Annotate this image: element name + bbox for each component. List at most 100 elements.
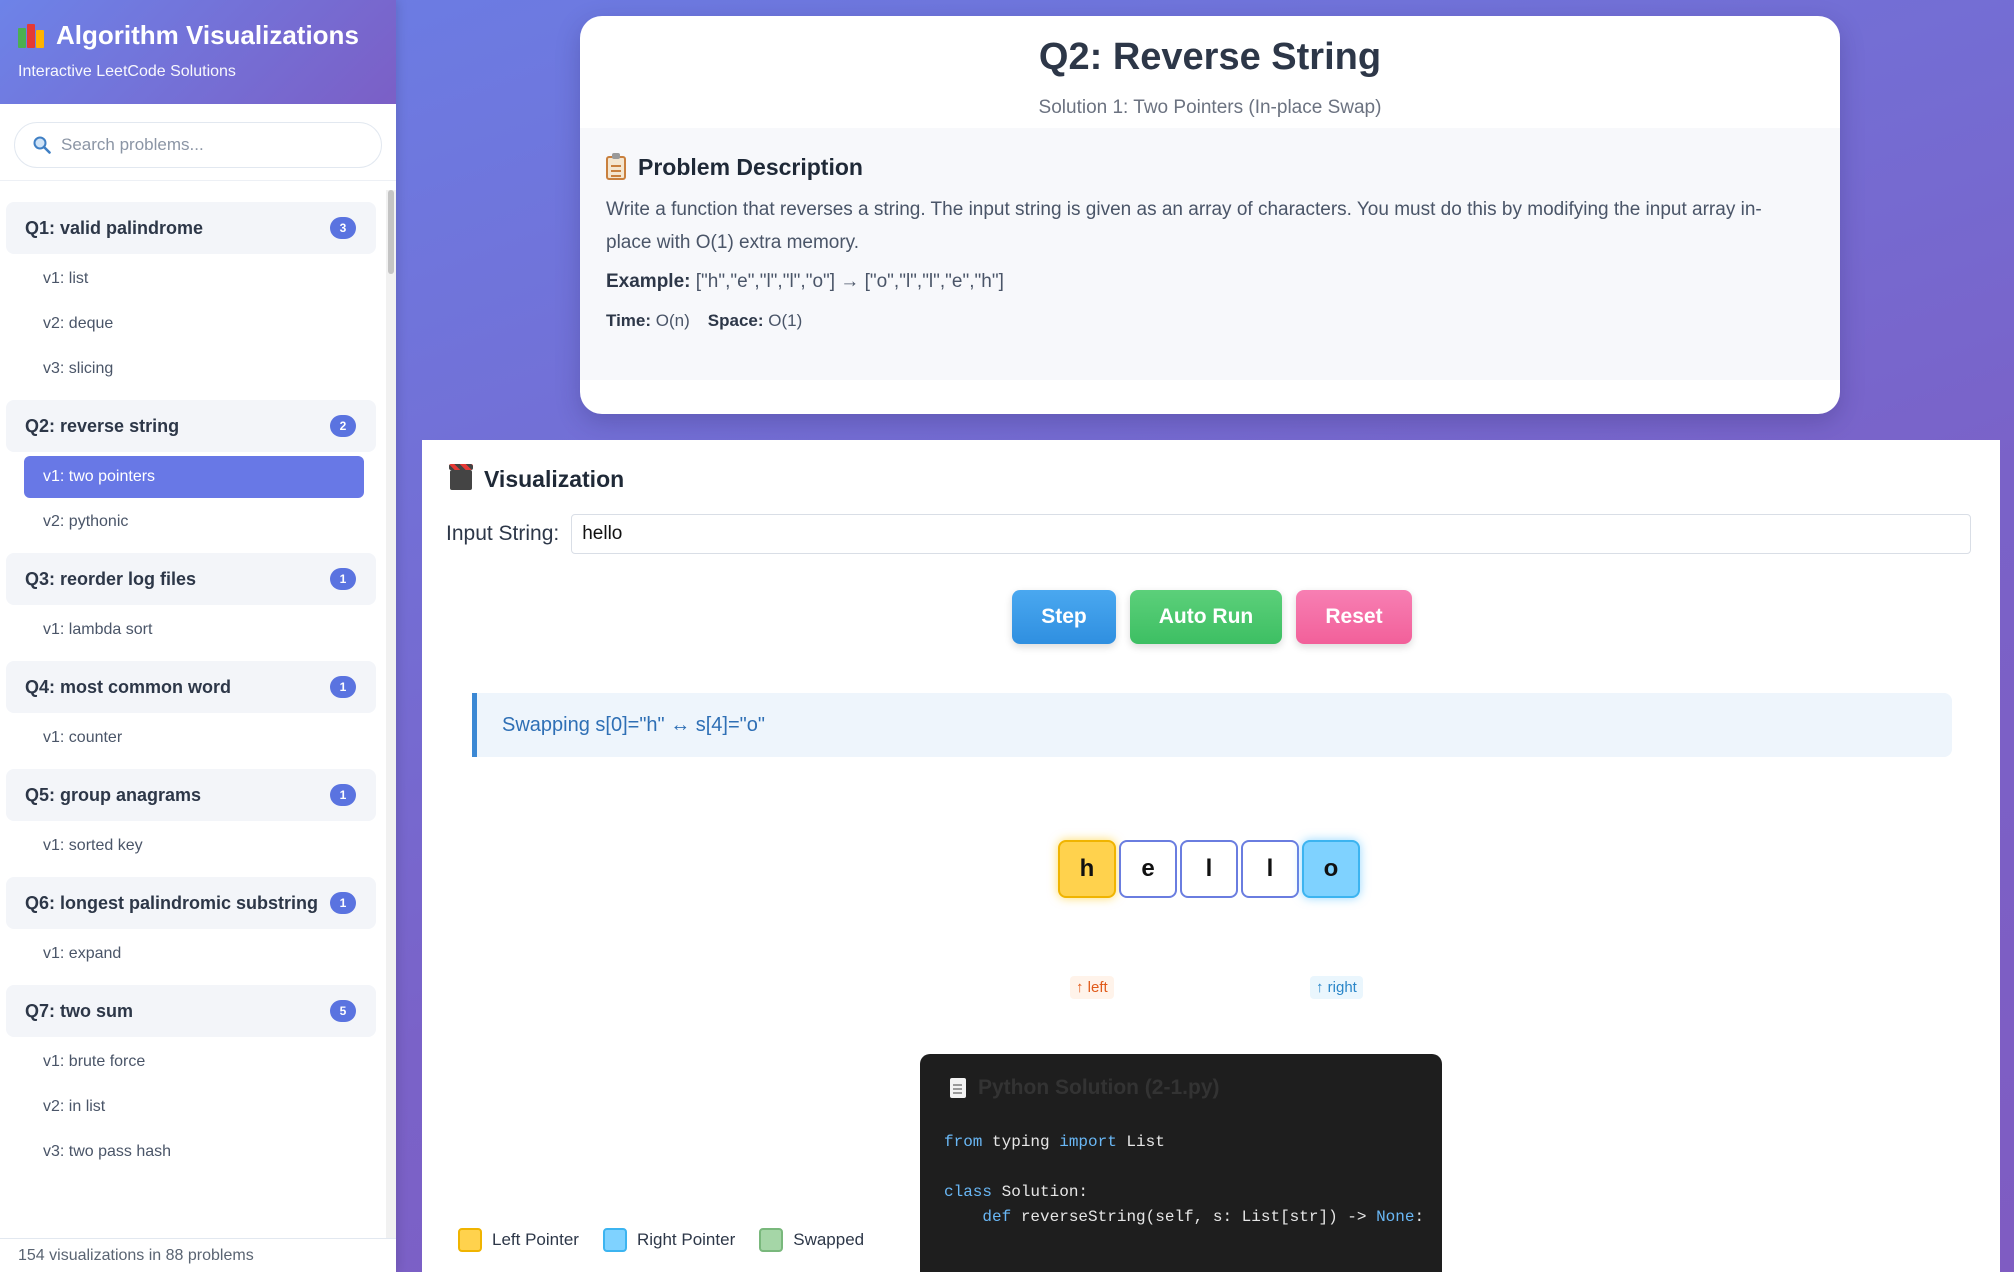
control-buttons: Step Auto Run Reset bbox=[1012, 590, 1412, 644]
problem-title: Q2: Reverse String bbox=[1038, 36, 1382, 78]
solution-subtitle: Solution 1: Two Pointers (In-place Swap) bbox=[1038, 97, 1382, 118]
visualization-panel: Visualization Input String: Step Auto Ru… bbox=[422, 440, 2000, 1272]
example-label: Example: bbox=[606, 271, 691, 292]
books-icon bbox=[18, 23, 46, 48]
legend-swapped-label: Swapped bbox=[793, 1230, 865, 1249]
problem-header[interactable]: Q1: valid palindrome 3 bbox=[6, 202, 376, 254]
search-input[interactable] bbox=[61, 135, 361, 155]
input-label: Input String: bbox=[446, 522, 560, 545]
visualization-heading: Visualization bbox=[484, 466, 625, 492]
array-cell: e bbox=[1119, 840, 1177, 898]
right-pointer-label: ↑ right bbox=[1310, 976, 1363, 999]
solution-count-badge: 1 bbox=[330, 568, 356, 590]
problem-header[interactable]: Q7: two sum 5 bbox=[6, 985, 376, 1037]
problem-header[interactable]: Q4: most common word 1 bbox=[6, 661, 376, 713]
auto-run-button[interactable]: Auto Run bbox=[1130, 590, 1282, 644]
legend-left-label: Left Pointer bbox=[492, 1230, 579, 1249]
input-string-field[interactable] bbox=[571, 514, 1972, 554]
code-text: Solution: bbox=[992, 1183, 1089, 1201]
code-keyword: None bbox=[1376, 1208, 1415, 1226]
reset-button[interactable]: Reset bbox=[1296, 590, 1412, 644]
problem-description-section: Problem Description Write a function tha… bbox=[580, 128, 1840, 380]
array-cell: l bbox=[1180, 840, 1238, 898]
version-item[interactable]: v1: lambda sort bbox=[24, 609, 364, 651]
solution-count-badge: 2 bbox=[330, 415, 356, 437]
code-text: List bbox=[1116, 1133, 1165, 1151]
code-keyword: from bbox=[944, 1133, 983, 1151]
problem-title: Q4: most common word bbox=[25, 676, 232, 697]
version-item[interactable]: v1: counter bbox=[24, 717, 364, 759]
step-button[interactable]: Step bbox=[1012, 590, 1116, 644]
array-display: hello bbox=[1058, 840, 1360, 898]
problem-header[interactable]: Q3: reorder log files 1 bbox=[6, 553, 376, 605]
problem-title: Q5: group anagrams bbox=[25, 784, 202, 805]
problem-header[interactable]: Q2: reverse string 2 bbox=[6, 400, 376, 452]
solution-count-badge: 1 bbox=[330, 676, 356, 698]
status-message: Swapping s[0]="h" ↔ s[4]="o" bbox=[472, 693, 1952, 757]
version-item[interactable]: v2: in list bbox=[24, 1086, 364, 1128]
version-item[interactable]: v2: deque bbox=[24, 303, 364, 345]
legend-left: Left Pointer bbox=[458, 1228, 579, 1252]
problem-list: Q1: valid palindrome 3 v1: list v2: deque v3… bbox=[0, 190, 384, 1238]
sidebar-footer: 154 visualizations in 88 problems bbox=[0, 1238, 396, 1272]
problem-title: Q7: two sum bbox=[25, 1000, 134, 1021]
search-box[interactable] bbox=[14, 122, 382, 168]
code-text: : bbox=[1414, 1208, 1425, 1226]
sidebar: Algorithm Visualizations Interactive Lee… bbox=[0, 0, 396, 1272]
version-item[interactable]: v1: sorted key bbox=[24, 825, 364, 867]
code-panel: Python Solution (2-1.py) from typing imp… bbox=[920, 1054, 1442, 1272]
left-pointer-label: ↑ left bbox=[1070, 976, 1114, 999]
app-title: Algorithm Visualizations bbox=[56, 20, 359, 50]
code-header: Python Solution (2-1.py) bbox=[978, 1076, 1220, 1099]
legend-right-label: Right Pointer bbox=[636, 1230, 736, 1249]
problem-group: Q4: most common word 1 v1: counter bbox=[6, 661, 376, 759]
file-icon bbox=[950, 1078, 966, 1098]
version-item[interactable]: v1: list bbox=[24, 258, 364, 300]
problem-title: Q6: longest palindromic substring bbox=[25, 892, 319, 913]
right-pointer-swatch bbox=[602, 1228, 627, 1252]
code-block: from typing import List class Solution: d… bbox=[920, 1100, 1442, 1230]
clipboard-icon bbox=[606, 152, 626, 180]
solution-count-badge: 5 bbox=[330, 1000, 356, 1022]
input-row: Input String: bbox=[446, 514, 1972, 554]
problem-title: Q2: reverse string bbox=[25, 415, 180, 436]
app-subtitle: Interactive LeetCode Solutions bbox=[18, 63, 236, 80]
time-label: Time: bbox=[606, 311, 652, 330]
code-keyword: class bbox=[944, 1183, 993, 1201]
clapperboard-icon bbox=[449, 463, 473, 490]
legend: Left Pointer Right Pointer Swapped bbox=[458, 1228, 864, 1252]
problem-title: Q3: reorder log files bbox=[25, 568, 197, 589]
version-item[interactable]: v2: pythonic bbox=[24, 501, 364, 543]
sidebar-scrollbar[interactable] bbox=[386, 190, 396, 1238]
code-line: def reverseString(self, s: List[str]) ->… bbox=[944, 1205, 1442, 1230]
swapped-swatch bbox=[759, 1228, 784, 1252]
version-item[interactable]: v3: slicing bbox=[24, 348, 364, 390]
problem-header[interactable]: Q5: group anagrams 1 bbox=[6, 769, 376, 821]
version-item[interactable]: v1: two pointers bbox=[24, 456, 364, 498]
array-cell: l bbox=[1241, 840, 1299, 898]
array-cell: o bbox=[1302, 840, 1360, 898]
example-value: ["h","e","l","l","o"] → ["o","l","l","e"… bbox=[695, 271, 1004, 292]
version-item[interactable]: v1: expand bbox=[24, 933, 364, 975]
problem-header[interactable]: Q6: longest palindromic substring 1 bbox=[6, 877, 376, 929]
code-line: class Solution: bbox=[944, 1180, 1442, 1205]
space-label: Space: bbox=[707, 311, 764, 330]
version-item[interactable]: v1: brute force bbox=[24, 1041, 364, 1083]
problem-group: Q2: reverse string 2 v1: two pointers v2: p… bbox=[6, 400, 376, 543]
complexity-line: Time: O(n) Space: O(1) bbox=[606, 311, 1814, 331]
problem-group: Q7: two sum 5 v1: brute force v2: in list v3… bbox=[6, 985, 376, 1173]
code-keyword: def bbox=[944, 1208, 1012, 1226]
sidebar-header: Algorithm Visualizations Interactive Lee… bbox=[0, 0, 396, 104]
problem-group: Q5: group anagrams 1 v1: sorted key bbox=[6, 769, 376, 867]
legend-right: Right Pointer bbox=[602, 1228, 736, 1252]
search-icon bbox=[33, 136, 51, 154]
array-cell: h bbox=[1058, 840, 1116, 898]
space-value: O(1) bbox=[768, 311, 803, 330]
problem-group: Q3: reorder log files 1 v1: lambda sort bbox=[6, 553, 376, 651]
code-text: reverseString(self, s: List[str]) -> bbox=[1011, 1208, 1377, 1226]
problem-title: Q1: valid palindrome bbox=[25, 217, 204, 238]
problem-group: Q6: longest palindromic substring 1 v1: ex… bbox=[6, 877, 376, 975]
sidebar-scrollbar-thumb[interactable] bbox=[388, 190, 394, 274]
example-line: Example: ["h","e","l","l","o"] → ["o","l… bbox=[606, 271, 1814, 293]
version-item[interactable]: v3: two pass hash bbox=[24, 1131, 364, 1173]
